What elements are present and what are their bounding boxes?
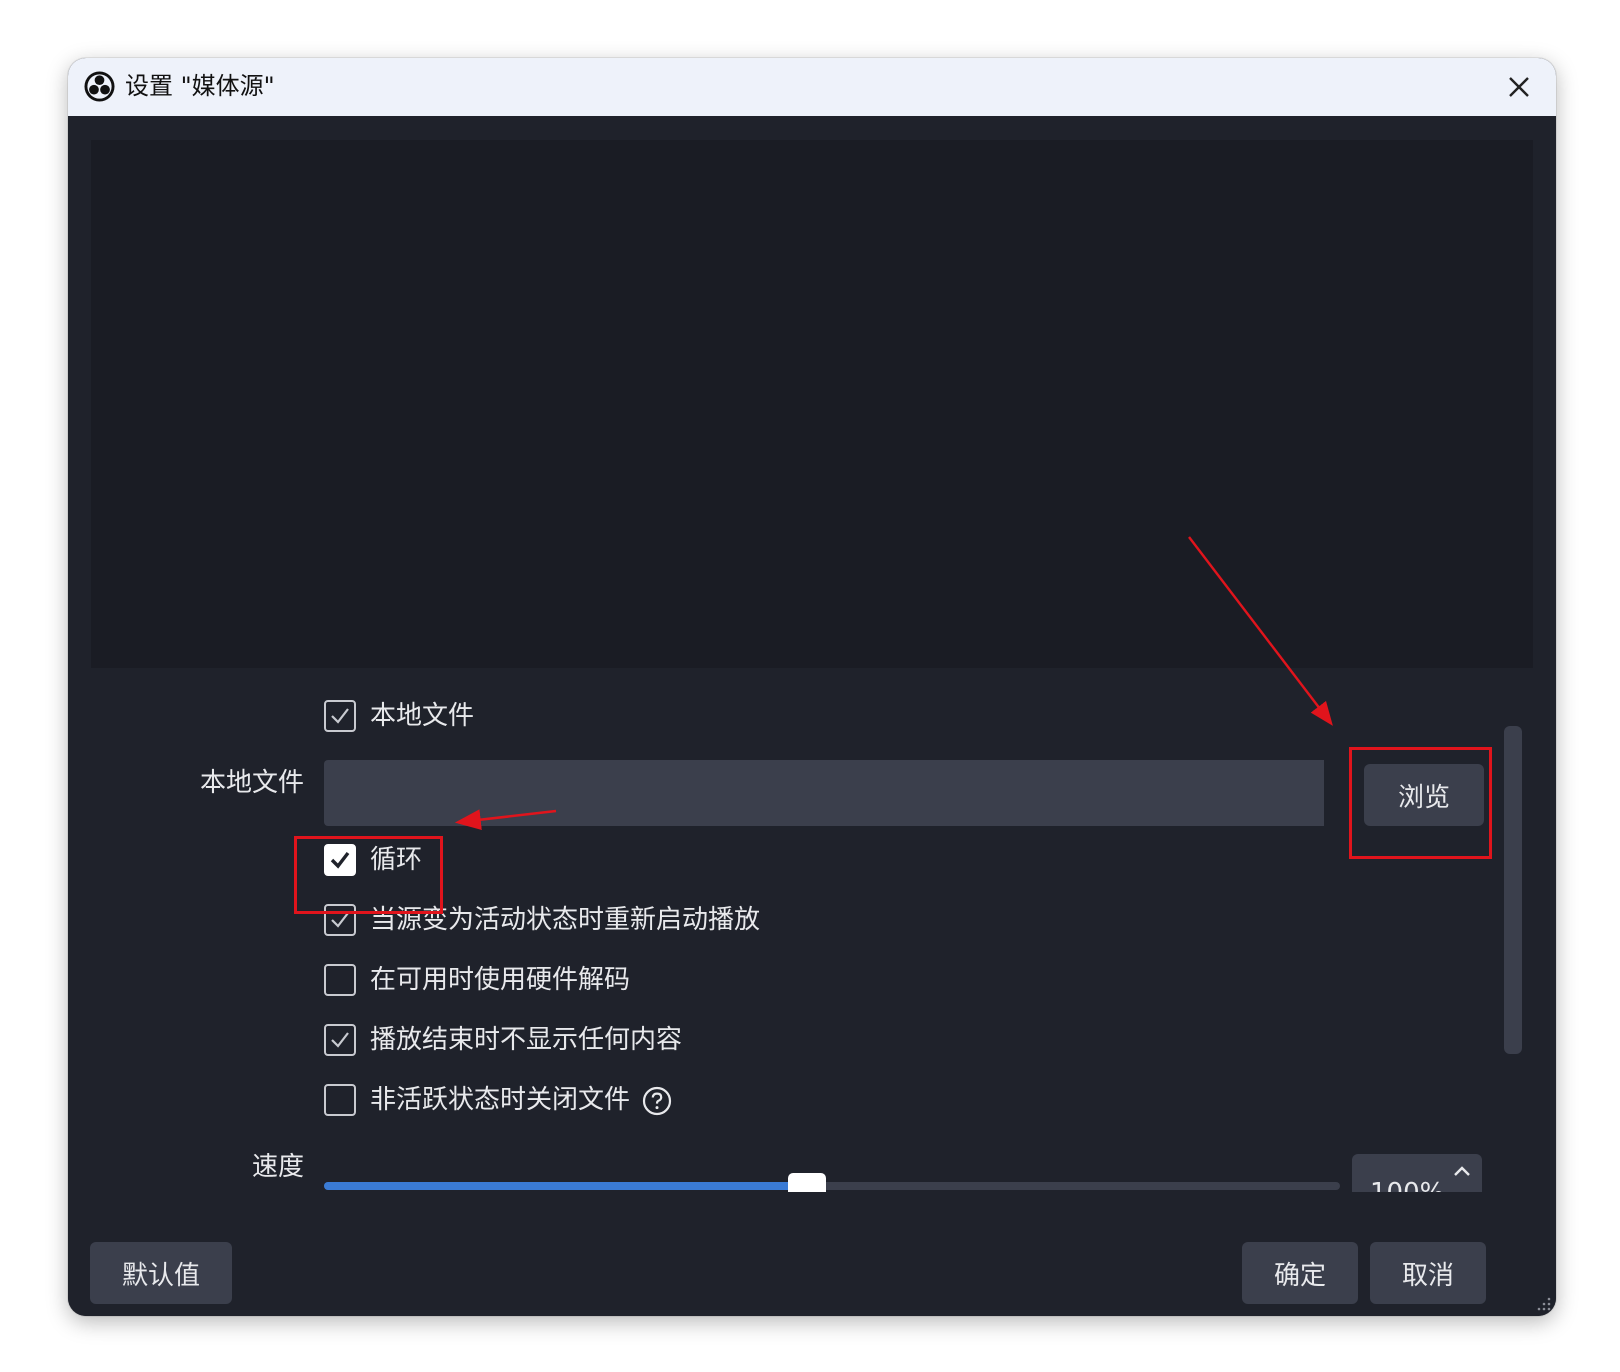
local-file-checkbox-label: 本地文件 [370, 701, 475, 731]
hardware-decode-checkbox[interactable] [324, 964, 356, 996]
ok-button[interactable]: 确定 [1242, 1242, 1358, 1304]
chevron-up-icon[interactable] [1450, 1162, 1474, 1180]
checkmark-icon [331, 708, 349, 724]
properties-dialog: 设置 "媒体源" 本地文件 本地文件 浏览 循环 当源变为活动状态时重新启动播放… [68, 58, 1556, 1316]
show-nothing-checkbox[interactable] [324, 1024, 356, 1056]
properties-panel: 本地文件 本地文件 浏览 循环 当源变为活动状态时重新启动播放 在可用时使用硬件… [68, 668, 1548, 1192]
close-file-label: 非活跃状态时关闭文件 [370, 1085, 631, 1115]
local-file-checkbox[interactable] [324, 700, 356, 732]
title-bar[interactable]: 设置 "媒体源" [68, 58, 1556, 116]
restart-playback-label: 当源变为活动状态时重新启动播放 [370, 905, 761, 935]
defaults-button[interactable]: 默认值 [90, 1242, 232, 1304]
close-icon[interactable] [1500, 68, 1538, 106]
hardware-decode-label: 在可用时使用硬件解码 [370, 965, 631, 995]
checkmark-icon [330, 851, 350, 869]
local-file-input[interactable] [324, 760, 1324, 826]
loop-checkbox[interactable] [324, 844, 356, 876]
media-preview [91, 140, 1533, 668]
dialog-body: 本地文件 本地文件 浏览 循环 当源变为活动状态时重新启动播放 在可用时使用硬件… [68, 116, 1556, 1316]
speed-spinbox[interactable]: 100% [1352, 1154, 1482, 1192]
checkmark-icon [331, 1032, 349, 1048]
restart-playback-checkbox[interactable] [324, 904, 356, 936]
cancel-button[interactable]: 取消 [1370, 1242, 1486, 1304]
browse-button[interactable]: 浏览 [1364, 764, 1484, 826]
speed-slider-thumb[interactable] [787, 1173, 826, 1192]
checkmark-icon [331, 912, 349, 928]
close-file-checkbox[interactable] [324, 1084, 356, 1116]
speed-slider-fill [324, 1182, 807, 1190]
resize-grip-icon[interactable] [1536, 1296, 1552, 1312]
local-file-field-label: 本地文件 [199, 768, 304, 798]
obs-logo-icon [84, 71, 115, 102]
help-circle-icon[interactable] [642, 1086, 672, 1116]
loop-checkbox-label: 循环 [370, 845, 423, 875]
speed-label: 速度 [251, 1152, 304, 1182]
speed-value: 100% [1370, 1176, 1444, 1192]
properties-scrollbar[interactable] [1504, 726, 1522, 1054]
window-title: 设置 "媒体源" [125, 72, 275, 100]
speed-slider[interactable] [324, 1173, 1340, 1192]
show-nothing-label: 播放结束时不显示任何内容 [370, 1025, 683, 1055]
